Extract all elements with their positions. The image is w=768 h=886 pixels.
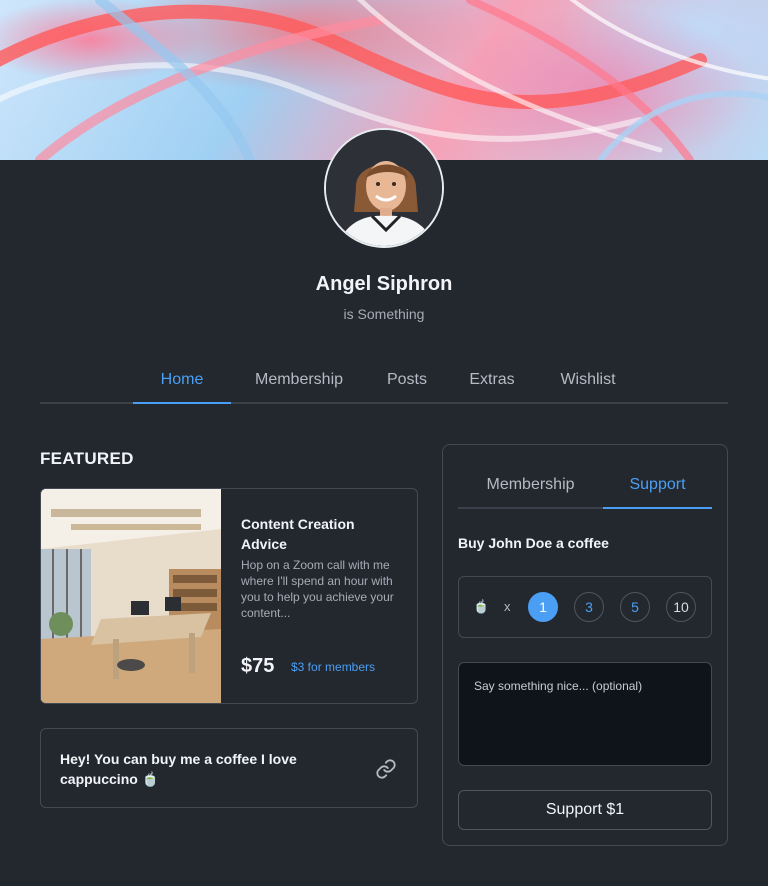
- quantity-option-3[interactable]: 3: [574, 592, 604, 622]
- link-icon[interactable]: [375, 758, 397, 780]
- panel-tab-membership[interactable]: Membership: [458, 469, 603, 509]
- tab-posts[interactable]: Posts: [376, 366, 438, 404]
- quantity-option-10[interactable]: 10: [666, 592, 696, 622]
- card-description: Hop on a Zoom call with me where I'll sp…: [241, 558, 394, 620]
- profile-tagline: is Something: [343, 306, 425, 322]
- quantity-selector: 🍵 x 1 3 5 10: [458, 576, 712, 638]
- coffee-note-text: Hey! You can buy me a coffee I love capp…: [60, 751, 297, 787]
- buy-coffee-title: Buy John Doe a coffee: [458, 535, 609, 551]
- tab-home[interactable]: Home: [133, 366, 231, 404]
- coffee-note: Hey! You can buy me a coffee I love capp…: [40, 728, 418, 808]
- featured-card[interactable]: Content Creation Advice Hop on a Zoom ca…: [40, 488, 418, 704]
- quantity-option-1[interactable]: 1: [528, 592, 558, 622]
- coffee-cup-icon: 🍵: [473, 599, 490, 614]
- profile-name: Angel Siphron: [315, 273, 453, 295]
- tab-membership[interactable]: Membership: [244, 366, 354, 404]
- support-message-input[interactable]: [458, 662, 712, 766]
- card-price: $75: [241, 655, 275, 677]
- tab-wishlist[interactable]: Wishlist: [548, 366, 628, 404]
- card-member-price: $3 for members: [291, 660, 376, 674]
- support-button[interactable]: Support $1: [458, 790, 712, 830]
- times-sign: x: [504, 599, 511, 614]
- profile-tabs: Home Membership Posts Extras Wishlist: [40, 366, 728, 404]
- card-title: Content Creation Advice: [241, 516, 355, 552]
- office-image: [41, 489, 221, 703]
- quantity-option-5[interactable]: 5: [620, 592, 650, 622]
- profile-avatar: [324, 128, 444, 248]
- tab-extras[interactable]: Extras: [460, 366, 524, 404]
- panel-tab-support[interactable]: Support: [603, 469, 712, 509]
- support-panel: Membership Support Buy John Doe a coffee…: [442, 444, 728, 846]
- panel-tabs: Membership Support: [458, 469, 712, 509]
- featured-heading: FEATURED: [40, 449, 134, 468]
